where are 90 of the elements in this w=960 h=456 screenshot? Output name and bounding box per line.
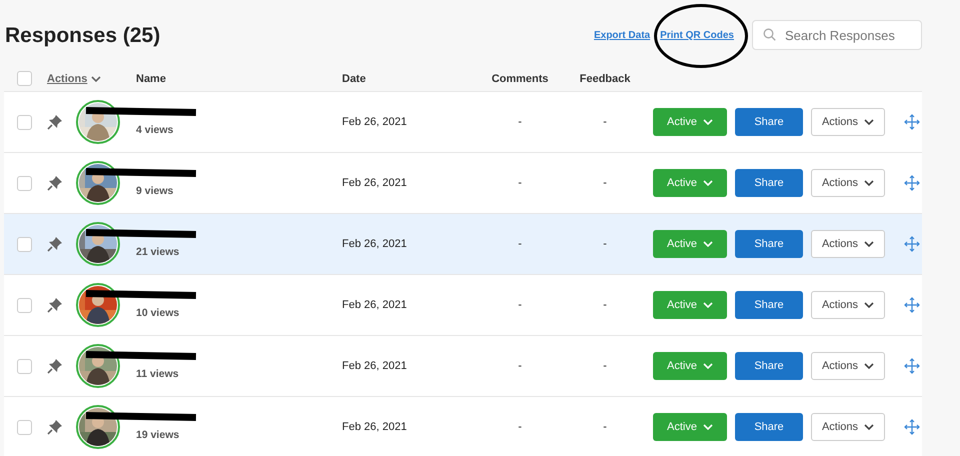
status-button[interactable]: Active — [653, 352, 727, 380]
view-count: 4 views — [136, 124, 174, 136]
search-icon — [763, 28, 776, 41]
table-row[interactable]: 10 views Feb 26, 2021 - - Active Share Actions — [4, 274, 922, 335]
comments-count: - — [518, 177, 522, 189]
date-text: Feb 26, 2021 — [342, 116, 407, 128]
actions-button[interactable]: Actions — [811, 230, 885, 258]
checkbox[interactable] — [17, 176, 32, 190]
checkbox[interactable] — [17, 358, 32, 374]
feedback-count: - — [603, 421, 607, 433]
status-button[interactable]: Active — [653, 108, 727, 136]
actions-button[interactable]: Actions — [811, 169, 885, 197]
chevron-icon — [864, 241, 874, 247]
move-icon[interactable] — [904, 236, 920, 252]
chevron-icon — [702, 241, 713, 247]
chevron-icon — [91, 76, 102, 82]
chevron-icon — [702, 363, 713, 369]
pin-icon[interactable] — [47, 114, 63, 130]
move-icon[interactable] — [904, 297, 920, 313]
chevron-icon — [864, 363, 874, 369]
share-button[interactable]: Share — [735, 230, 803, 258]
chevron-icon — [702, 302, 713, 308]
chevron-icon — [702, 180, 713, 186]
chevron-icon — [864, 119, 874, 125]
checkbox[interactable] — [17, 298, 32, 312]
share-button[interactable]: Share — [735, 413, 803, 441]
checkbox[interactable] — [17, 420, 32, 434]
date-text: Feb 26, 2021 — [342, 299, 407, 311]
share-button[interactable]: Share — [735, 108, 803, 136]
chevron-icon — [864, 424, 874, 430]
feedback-count: - — [603, 238, 607, 250]
toolbar-link[interactable]: Print QR Codes — [660, 30, 734, 40]
view-count: 11 views — [136, 368, 180, 380]
toolbar-link[interactable]: Export Data — [594, 30, 650, 40]
actions-button[interactable]: Actions — [811, 291, 885, 319]
feedback-count: - — [603, 116, 607, 128]
feedback-count: - — [603, 177, 607, 189]
chevron-icon — [702, 119, 713, 125]
view-count: 9 views — [136, 185, 174, 197]
date-text: Feb 26, 2021 — [342, 238, 407, 250]
column-header: Date — [342, 72, 366, 84]
pin-icon[interactable] — [47, 297, 63, 313]
table-row[interactable]: 21 views Feb 26, 2021 - - Active Share Actions — [4, 213, 922, 274]
status-button[interactable]: Active — [653, 291, 727, 319]
move-icon[interactable] — [904, 114, 920, 130]
pin-icon[interactable] — [47, 358, 63, 374]
move-icon[interactable] — [904, 175, 920, 191]
comments-count: - — [518, 299, 522, 311]
pin-icon[interactable] — [47, 419, 63, 435]
status-button[interactable]: Active — [653, 230, 727, 258]
actions-button[interactable]: Actions — [811, 352, 885, 380]
checkbox[interactable] — [17, 114, 32, 130]
actions-button[interactable]: Actions — [811, 108, 885, 136]
date-text: Feb 26, 2021 — [342, 177, 407, 189]
comments-count: - — [518, 421, 522, 433]
pin-icon[interactable] — [47, 236, 63, 252]
search-field[interactable]: Search Responses — [752, 20, 922, 50]
view-count: 10 views — [136, 307, 180, 319]
column-header: Feedback — [580, 72, 630, 84]
chevron-icon — [864, 302, 874, 308]
checkbox[interactable] — [17, 71, 32, 86]
pin-icon[interactable] — [47, 175, 63, 191]
actions-menu[interactable]: Actions — [47, 72, 136, 84]
actions-button[interactable]: Actions — [811, 413, 885, 441]
date-text: Feb 26, 2021 — [342, 421, 407, 433]
move-icon[interactable] — [904, 419, 920, 435]
chevron-icon — [702, 424, 713, 430]
comments-count: - — [518, 116, 522, 128]
checkbox[interactable] — [17, 236, 32, 252]
table-row[interactable]: 19 views Feb 26, 2021 - - Active Share Actions — [4, 396, 922, 456]
feedback-count: - — [603, 360, 607, 372]
status-button[interactable]: Active — [653, 169, 727, 197]
page-title: Responses (25) — [5, 24, 162, 48]
date-text: Feb 26, 2021 — [342, 360, 407, 372]
comments-count: - — [518, 238, 522, 250]
move-icon[interactable] — [904, 358, 920, 374]
share-button[interactable]: Share — [735, 352, 803, 380]
table-row[interactable]: 11 views Feb 26, 2021 - - Active Share Actions — [4, 335, 922, 396]
share-button[interactable]: Share — [735, 169, 803, 197]
table-row[interactable]: 4 views Feb 26, 2021 - - Active Share Actions — [4, 91, 922, 152]
view-count: 19 views — [136, 429, 180, 441]
column-header: Comments — [492, 72, 548, 84]
column-header: Name — [136, 72, 166, 84]
share-button[interactable]: Share — [735, 291, 803, 319]
feedback-count: - — [603, 299, 607, 311]
table-row[interactable]: 9 views Feb 26, 2021 - - Active Share Actions — [4, 152, 922, 213]
view-count: 21 views — [136, 246, 180, 258]
status-button[interactable]: Active — [653, 413, 727, 441]
chevron-icon — [864, 180, 874, 186]
comments-count: - — [518, 360, 522, 372]
